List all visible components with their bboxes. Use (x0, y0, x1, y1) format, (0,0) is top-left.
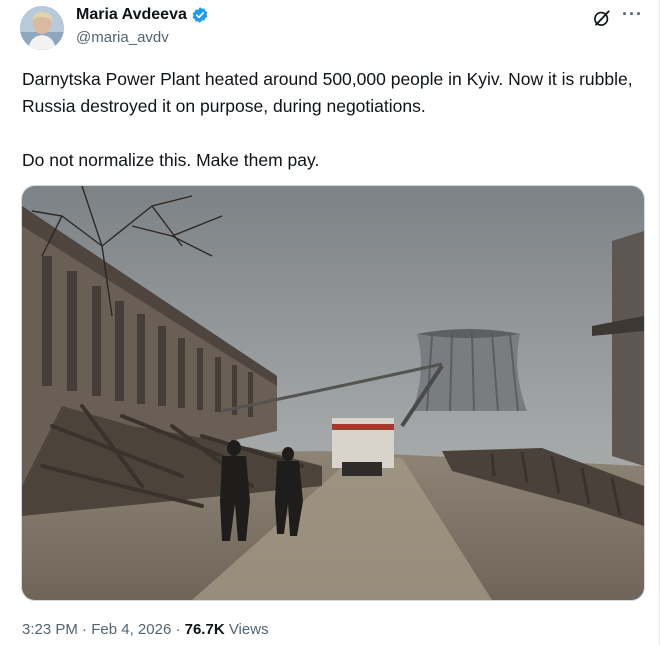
avatar-photo (20, 6, 64, 50)
views-label: Views (224, 621, 269, 638)
tweet-paragraph-2: Do not normalize this. Make them pay. (22, 150, 320, 170)
tweet-meta: 3:23 PM · Feb 4, 2026 · 76.7K Views (22, 621, 269, 638)
meta-separator: · (77, 621, 92, 638)
meta-separator-2: · (171, 621, 185, 638)
views-count[interactable]: 76.7K (185, 621, 225, 638)
destroyed-power-plant-photo (22, 186, 644, 600)
tweet-date[interactable]: Feb 4, 2026 (91, 621, 171, 638)
author-name-row: Maria Avdeeva (76, 6, 209, 24)
more-options-icon[interactable]: ··· (622, 4, 643, 25)
grok-icon[interactable] (592, 8, 612, 28)
tweet-photo[interactable] (21, 185, 645, 601)
tweet-card: Maria Avdeeva @maria_avdv ··· Darnytska … (0, 0, 660, 645)
avatar[interactable] (20, 6, 64, 50)
verified-badge-icon (192, 7, 208, 23)
tweet-text: Darnytska Power Plant heated around 500,… (22, 66, 642, 174)
tweet-time[interactable]: 3:23 PM (22, 621, 78, 638)
tweet-paragraph-1: Darnytska Power Plant heated around 500,… (22, 69, 633, 116)
author-handle[interactable]: @maria_avdv (76, 29, 169, 46)
author-display-name[interactable]: Maria Avdeeva (76, 6, 187, 24)
